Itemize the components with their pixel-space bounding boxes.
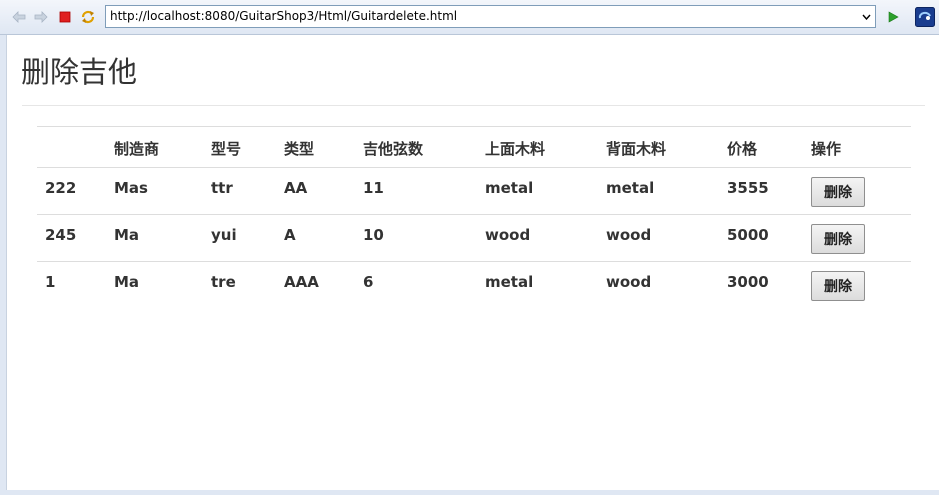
browser-toolbar: http://localhost:8080/GuitarShop3/Html/G… — [0, 0, 939, 35]
cell-price: 3555 — [727, 179, 769, 197]
cell-top-wood: wood — [485, 226, 531, 244]
cell-action: 删除 — [803, 262, 911, 309]
address-bar[interactable]: http://localhost:8080/GuitarShop3/Html/G… — [105, 5, 876, 28]
cell-type: AA — [284, 179, 308, 197]
go-arrow-icon[interactable] — [885, 9, 901, 25]
delete-button[interactable]: 删除 — [811, 271, 865, 301]
refresh-icon[interactable] — [80, 9, 96, 25]
back-arrow-icon[interactable] — [11, 9, 27, 25]
forward-arrow-icon[interactable] — [33, 9, 49, 25]
cell-action: 删除 — [803, 215, 911, 262]
header-model: 型号 — [211, 140, 242, 158]
header-strings: 吉他弦数 — [363, 140, 424, 158]
stop-icon[interactable] — [57, 9, 73, 25]
header-builder: 制造商 — [114, 140, 160, 158]
title-divider — [22, 105, 925, 106]
window-bottom-border — [0, 490, 939, 495]
guitar-table: 制造商 型号 类型 吉他弦数 上面木料 背面木料 价格 操作 222 Mas t… — [37, 126, 911, 309]
cell-price: 5000 — [727, 226, 769, 244]
cell-strings: 11 — [363, 179, 384, 197]
cell-type: AAA — [284, 273, 319, 291]
cell-back-wood: wood — [606, 273, 652, 291]
table-row: 245 Ma yui A 10 wood wood 5000 删除 — [37, 214, 911, 262]
table-row: 1 Ma tre AAA 6 metal wood 3000 删除 — [37, 261, 911, 309]
cell-type: A — [284, 226, 296, 244]
delete-button[interactable]: 删除 — [811, 177, 865, 207]
cell-builder: Ma — [114, 273, 140, 291]
cell-back-wood: metal — [606, 179, 655, 197]
table-header-row: 制造商 型号 类型 吉他弦数 上面木料 背面木料 价格 操作 — [37, 126, 911, 168]
header-action: 操作 — [811, 140, 842, 158]
cell-model: ttr — [211, 179, 233, 197]
cell-model: tre — [211, 273, 236, 291]
cell-id: 222 — [45, 179, 77, 197]
url-text[interactable]: http://localhost:8080/GuitarShop3/Html/G… — [110, 9, 457, 23]
cell-builder: Mas — [114, 179, 148, 197]
cell-strings: 6 — [363, 273, 374, 291]
header-price: 价格 — [727, 140, 758, 158]
cell-strings: 10 — [363, 226, 384, 244]
cell-price: 3000 — [727, 273, 769, 291]
page-content: 删除吉他 制造商 型号 类型 吉他弦数 上面木料 背面木料 价格 操作 222 … — [6, 35, 939, 490]
header-top-wood: 上面木料 — [485, 140, 546, 158]
header-back-wood: 背面木料 — [606, 140, 667, 158]
cell-model: yui — [211, 226, 237, 244]
page-title: 删除吉他 — [21, 55, 138, 89]
cell-top-wood: metal — [485, 179, 534, 197]
cell-id: 1 — [45, 273, 56, 291]
cell-back-wood: wood — [606, 226, 652, 244]
header-type: 类型 — [284, 140, 315, 158]
cell-top-wood: metal — [485, 273, 534, 291]
cell-builder: Ma — [114, 226, 140, 244]
cell-id: 245 — [45, 226, 77, 244]
cell-action: 删除 — [803, 168, 911, 215]
browser-logo-icon[interactable] — [915, 7, 935, 27]
header-id — [37, 127, 106, 168]
chevron-down-icon[interactable] — [857, 6, 875, 27]
table-row: 222 Mas ttr AA 11 metal metal 3555 删除 — [37, 167, 911, 215]
delete-button[interactable]: 删除 — [811, 224, 865, 254]
